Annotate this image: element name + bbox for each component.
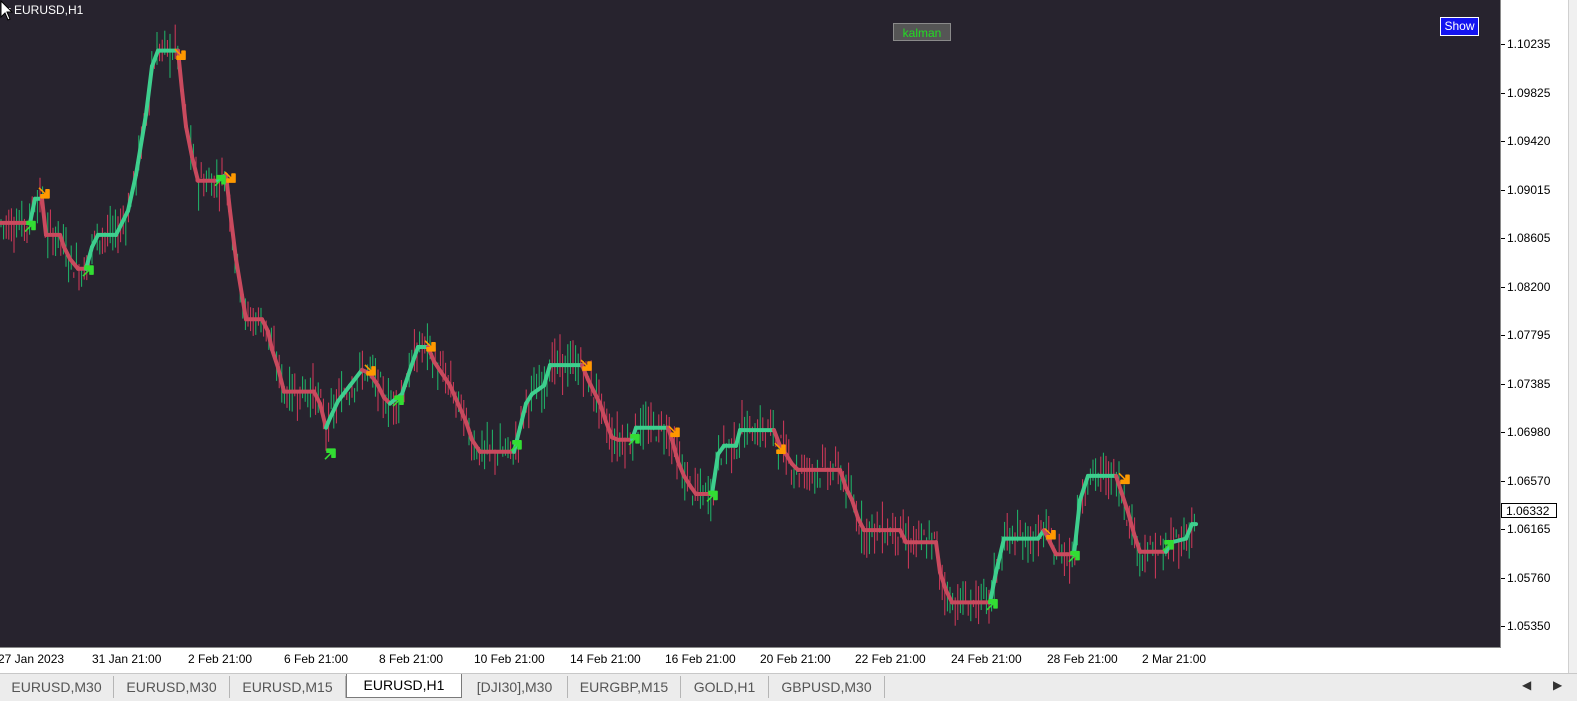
trend-segment	[234, 257, 244, 298]
candles-layer	[0, 24, 1195, 626]
chart-tab[interactable]: EURUSD,M30	[114, 676, 230, 698]
time-label: 24 Feb 21:00	[951, 652, 1022, 666]
price-tick	[1501, 480, 1505, 482]
price-axis[interactable]: 1.10235 1.09825 1.09420 1.09015 1.08605 1.082…	[1501, 0, 1568, 647]
vertical-scrollbar[interactable]	[1568, 0, 1577, 673]
trend-segment	[988, 570, 998, 605]
trend-segment	[850, 498, 860, 521]
trend-segment	[312, 389, 322, 406]
chart-svg	[0, 24, 1198, 626]
trend-segment	[40, 196, 48, 237]
price-label: 1.09015	[1507, 182, 1551, 197]
price-label: 1.06165	[1507, 522, 1551, 536]
price-tick	[1501, 141, 1505, 142]
price-label: 1.05350	[1507, 619, 1551, 633]
trend-segment	[470, 437, 482, 454]
buy-arrow-icon	[1068, 550, 1080, 563]
trend-segment	[898, 528, 908, 545]
chart-window[interactable]: EURUSD,H1 kalman Show 1.10235 1.09825 1.09…	[0, 0, 1568, 673]
trend-segment	[1078, 473, 1090, 502]
chart-plot-area[interactable]: EURUSD,H1 kalman Show	[0, 0, 1501, 648]
price-tick	[1501, 189, 1505, 191]
chart-tab[interactable]: EURGBP,M15	[568, 676, 681, 698]
price-label: 1.06570	[1507, 473, 1551, 488]
price-tick	[1501, 383, 1505, 385]
trend-segment	[260, 317, 270, 334]
time-label: 31 Jan 21:00	[92, 652, 162, 666]
price-tick	[1501, 335, 1505, 336]
time-label: 2 Feb 21:00	[188, 652, 253, 666]
trend-segment	[190, 154, 200, 183]
buy-arrow-icon	[324, 448, 336, 460]
tab-scroll-left-icon[interactable]: ◀	[1522, 678, 1531, 692]
chart-tab[interactable]: EURUSD,M30	[0, 676, 114, 698]
show-button[interactable]: Show	[1440, 17, 1479, 36]
trend-segment	[1048, 540, 1058, 557]
trend-segment	[62, 245, 72, 261]
time-label: 6 Feb 21:00	[284, 652, 349, 666]
time-label: 10 Feb 21:00	[474, 652, 545, 666]
trend-segment	[598, 401, 608, 424]
trend-segment	[676, 459, 686, 478]
tab-scroll-right-icon[interactable]: ▶	[1553, 678, 1562, 692]
trend-segment	[134, 112, 148, 177]
symbol-title-label: EURUSD,H1	[14, 3, 84, 17]
symbol-title[interactable]: EURUSD,H1	[3, 3, 83, 17]
trend-segment	[28, 196, 37, 225]
mouse-cursor-icon	[0, 0, 14, 21]
trend-segment	[456, 401, 468, 424]
time-label: 2 Mar 21:00	[1142, 652, 1207, 666]
price-label: 1.10235	[1507, 37, 1551, 51]
chart-tab[interactable]: EURUSD,M15	[230, 676, 346, 698]
sell-arrow-icon	[1118, 472, 1130, 485]
time-label: 22 Feb 21:00	[855, 652, 926, 666]
price-tick	[1501, 529, 1505, 530]
price-tick	[1501, 92, 1505, 94]
time-axis[interactable]: 27 Jan 2023 31 Jan 21:00 2 Feb 21:00 6 Feb …	[0, 648, 1500, 672]
trend-segment	[710, 452, 720, 496]
price-tick	[1501, 577, 1505, 579]
signal-arrows-layer	[24, 48, 1174, 611]
price-tick	[1501, 432, 1505, 433]
price-label: 1.07385	[1507, 376, 1551, 391]
price-label: 1.08605	[1507, 231, 1551, 245]
time-label: 20 Feb 21:00	[760, 652, 831, 666]
time-label: 14 Feb 21:00	[570, 652, 641, 666]
chart-tab[interactable]: GBPUSD,M30	[769, 676, 885, 698]
price-label: 1.09825	[1507, 85, 1551, 100]
time-label: 28 Feb 21:00	[1047, 652, 1118, 666]
chart-tab[interactable]: GOLD,H1	[681, 676, 769, 698]
trend-segment	[126, 172, 138, 213]
price-tick	[1501, 626, 1505, 627]
trend-segment	[1120, 492, 1130, 515]
trend-segment	[464, 419, 474, 442]
chart-tab-bar: EURUSD,M30 EURUSD,M30 EURUSD,M15 EURUSD,H1[…	[0, 673, 1577, 701]
trend-segment	[1132, 531, 1142, 554]
price-label: 1.07795	[1507, 328, 1551, 342]
kalman-trend-layer	[0, 48, 1198, 605]
time-label: 16 Feb 21:00	[665, 652, 736, 666]
price-tick	[1501, 286, 1505, 288]
trend-segment	[228, 208, 238, 261]
price-tick	[1501, 238, 1505, 239]
price-tick	[1501, 44, 1505, 45]
chart-tab[interactable]: EURUSD,H1	[346, 674, 462, 698]
time-label: 27 Jan 2023	[0, 652, 65, 666]
price-label: 1.05760	[1507, 570, 1551, 585]
price-label: 1.09420	[1507, 134, 1551, 148]
trend-segment	[994, 536, 1006, 575]
trend-segment	[180, 88, 188, 129]
current-price-label: 1.06332	[1501, 503, 1557, 518]
chart-tab[interactable]: [DJI30],M30	[462, 676, 568, 698]
time-label: 8 Feb 21:00	[379, 652, 444, 666]
trend-segment	[934, 540, 942, 575]
price-label: 1.06980	[1507, 425, 1551, 439]
kalman-button[interactable]: kalman	[893, 23, 951, 41]
price-label: 1.08200	[1507, 279, 1551, 294]
